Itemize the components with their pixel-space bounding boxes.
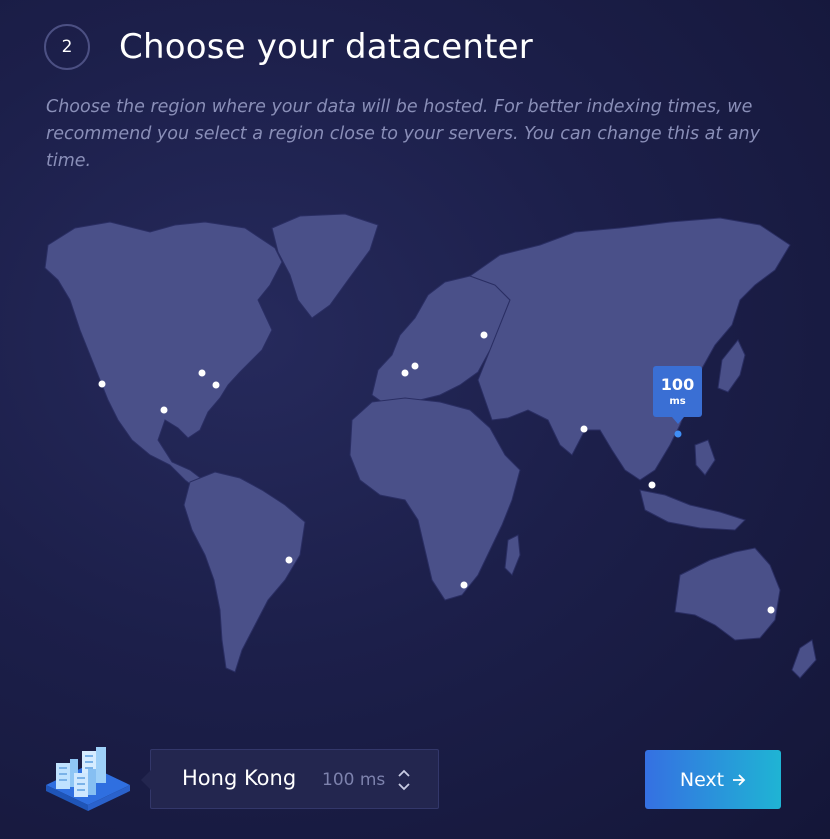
region-greenland bbox=[271, 213, 379, 319]
latency-tooltip: 100 ms bbox=[653, 366, 702, 424]
datacenter-marker[interactable] bbox=[160, 406, 168, 414]
region-japan bbox=[717, 339, 746, 393]
datacenter-marker[interactable] bbox=[411, 362, 419, 370]
datacenter-marker[interactable] bbox=[648, 481, 656, 489]
step-number-badge: 2 bbox=[44, 24, 90, 70]
selected-region-latency: 100 ms bbox=[322, 770, 386, 790]
latency-tooltip-value: 100 bbox=[660, 375, 695, 394]
next-button[interactable]: Next bbox=[645, 750, 781, 809]
datacenter-marker[interactable] bbox=[212, 381, 220, 389]
datacenter-marker[interactable] bbox=[401, 369, 409, 377]
datacenter-marker[interactable] bbox=[480, 331, 488, 339]
datacenter-marker[interactable] bbox=[580, 425, 588, 433]
selected-region-name: Hong Kong bbox=[182, 766, 297, 790]
datacenter-servers-icon bbox=[46, 747, 130, 811]
next-button-label: Next bbox=[679, 768, 725, 791]
region-southeast-asia bbox=[639, 489, 746, 531]
region-new-zealand bbox=[791, 639, 817, 679]
chevron-up-down-icon bbox=[398, 769, 410, 791]
world-map[interactable] bbox=[0, 200, 830, 690]
datacenter-marker[interactable] bbox=[460, 581, 468, 589]
page-title: Choose your datacenter bbox=[119, 27, 533, 67]
datacenter-marker[interactable] bbox=[198, 369, 206, 377]
continent-australia bbox=[674, 547, 781, 641]
datacenter-select[interactable]: Hong Kong 100 ms bbox=[141, 749, 439, 809]
continent-north-america bbox=[44, 221, 283, 491]
datacenter-marker[interactable] bbox=[767, 606, 775, 614]
datacenter-marker-selected[interactable] bbox=[674, 430, 682, 438]
latency-tooltip-unit: ms bbox=[669, 396, 686, 407]
continent-africa bbox=[349, 397, 521, 601]
page-description: Choose the region where your data will b… bbox=[46, 97, 760, 171]
region-philippines bbox=[694, 439, 716, 476]
continent-south-america bbox=[183, 471, 306, 673]
arrow-right-icon bbox=[733, 773, 746, 786]
datacenter-marker[interactable] bbox=[98, 380, 106, 388]
region-madagascar bbox=[504, 534, 521, 576]
datacenter-marker[interactable] bbox=[285, 556, 293, 564]
